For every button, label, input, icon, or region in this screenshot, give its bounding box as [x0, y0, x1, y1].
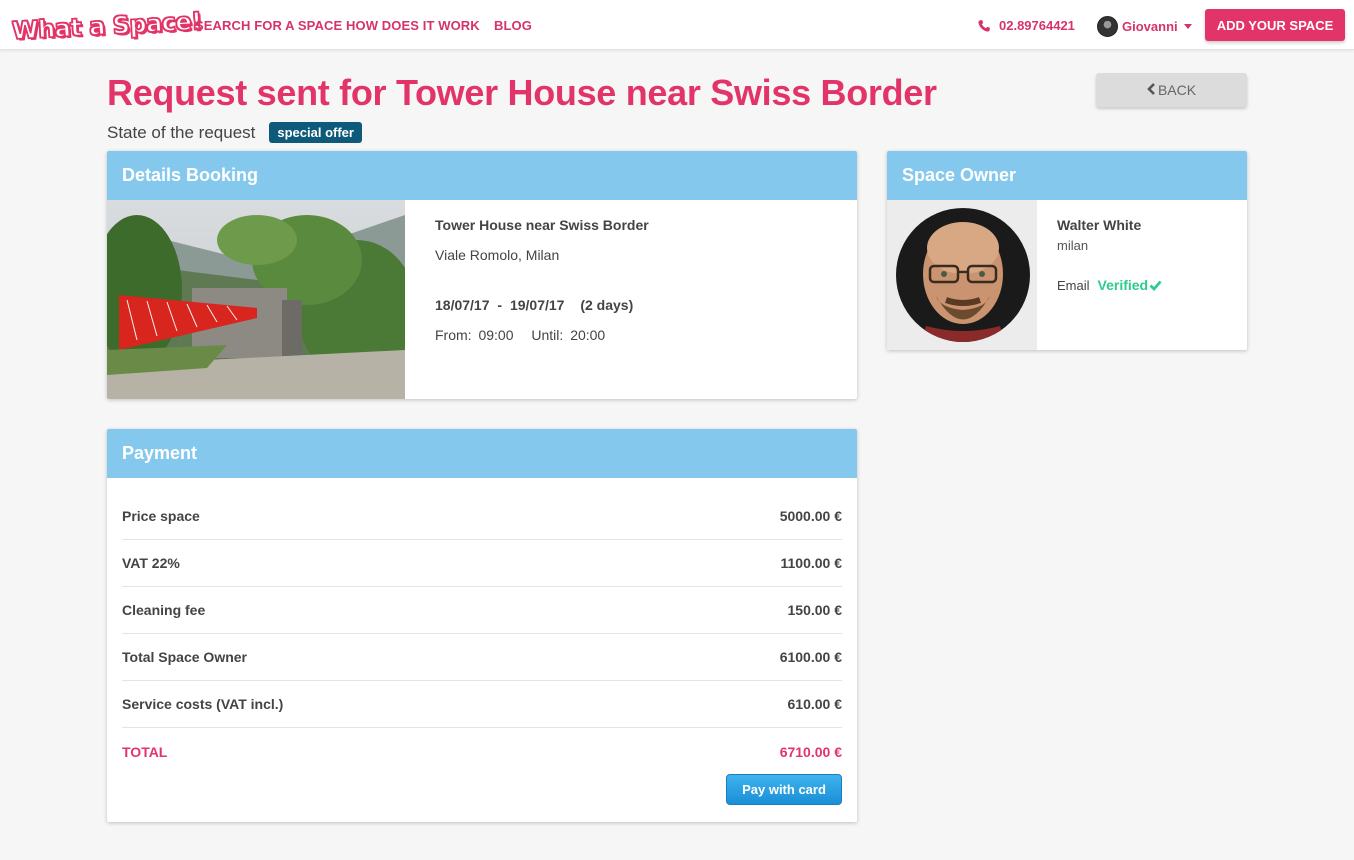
payment-panel-heading: Payment	[107, 429, 857, 478]
logo-text: What a Space!	[11, 6, 203, 45]
payment-value: 1100.00 €	[780, 555, 842, 571]
nav-blog-link[interactable]: BLOG	[494, 18, 532, 33]
owner-photo-frame	[887, 200, 1037, 350]
email-label: Email	[1057, 277, 1090, 293]
booking-duration: (2 days)	[580, 297, 634, 313]
payment-value: 610.00 €	[787, 696, 843, 712]
page-title: Request sent for Tower House near Swiss …	[107, 72, 937, 113]
status-badge: special offer	[269, 122, 362, 143]
owner-avatar	[896, 208, 1030, 342]
payment-row: Service costs (VAT incl.) 610.00 €	[122, 681, 842, 728]
booking-dates: 18/07/17 - 19/07/17 (2 days)	[435, 297, 633, 313]
space-address: Viale Romolo, Milan	[435, 247, 560, 263]
owner-email-status: Email Verified	[1057, 277, 1162, 293]
navbar: What a Space! SEARCH FOR A SPACE HOW DOE…	[0, 0, 1354, 50]
payment-row: Price space 5000.00 €	[122, 492, 842, 540]
booking-info: Tower House near Swiss Border Viale Romo…	[435, 200, 857, 399]
owner-name: Walter White	[1057, 217, 1142, 233]
phone-icon	[978, 19, 990, 32]
space-name: Tower House near Swiss Border	[435, 217, 649, 233]
user-name: Giovanni	[1122, 19, 1178, 34]
nav-search-link[interactable]: SEARCH FOR A SPACE	[195, 18, 342, 33]
owner-city: milan	[1057, 238, 1089, 253]
caret-down-icon	[1183, 24, 1192, 29]
space-photo	[107, 200, 405, 399]
payment-label: Cleaning fee	[122, 602, 206, 618]
payment-value: 5000.00 €	[779, 507, 842, 524]
booking-times: From: 09:00 Until: 20:00	[435, 327, 605, 343]
until-label: Until:	[531, 327, 564, 343]
user-menu[interactable]: Giovanni	[1097, 16, 1192, 37]
state-label: State of the request	[107, 122, 256, 142]
payment-label: VAT 22%	[122, 555, 180, 571]
payment-row: Cleaning fee 150.00 €	[122, 587, 842, 634]
back-label: BACK	[1157, 82, 1197, 98]
phone-link[interactable]: 02.89764421	[977, 18, 1075, 33]
pay-with-card-button[interactable]: Pay with card	[726, 774, 842, 805]
space-owner-panel: Space Owner Walter White milan Email Ver…	[887, 151, 1247, 350]
back-button[interactable]: BACK	[1096, 73, 1247, 107]
total-value: 6710.00 €	[779, 743, 842, 760]
payment-label: Price space	[122, 507, 200, 524]
from-label: From:	[435, 327, 472, 343]
chevron-left-icon	[1147, 82, 1156, 98]
from-time: 09:00	[478, 327, 514, 343]
payment-label: Service costs (VAT incl.)	[122, 696, 284, 712]
add-space-button[interactable]: ADD YOUR SPACE	[1205, 9, 1345, 41]
booking-details-panel: Details Booking Tower House near Swiss B…	[107, 151, 857, 399]
payment-value: 6100.00 €	[779, 649, 842, 665]
payment-row: VAT 22% 1100.00 €	[122, 540, 842, 587]
payment-panel: Payment Price space 5000.00 € VAT 22% 11…	[107, 429, 857, 822]
check-icon	[1149, 280, 1162, 291]
avatar	[1097, 16, 1118, 37]
until-time: 20:00	[570, 327, 606, 343]
date-separator: -	[497, 297, 503, 313]
nav-how-it-works-link[interactable]: HOW DOES IT WORK	[346, 18, 480, 33]
payment-label: Total Space Owner	[122, 649, 247, 665]
booking-panel-heading: Details Booking	[107, 151, 857, 200]
payment-row: Total Space Owner 6100.00 €	[122, 634, 842, 681]
logo[interactable]: What a Space!	[11, 6, 203, 45]
verified-label: Verified	[1097, 277, 1149, 293]
request-state: State of the request special offer	[107, 122, 362, 143]
payment-table: Price space 5000.00 € VAT 22% 1100.00 € …	[122, 492, 842, 775]
phone-number: 02.89764421	[999, 18, 1075, 33]
verified-status: Verified	[1098, 277, 1163, 293]
date-from: 18/07/17	[435, 297, 490, 313]
total-label: TOTAL	[122, 743, 168, 760]
owner-panel-heading: Space Owner	[887, 151, 1247, 200]
payment-value: 150.00 €	[787, 602, 843, 618]
date-to: 19/07/17	[509, 297, 565, 313]
payment-total-row: TOTAL 6710.00 €	[122, 728, 842, 775]
